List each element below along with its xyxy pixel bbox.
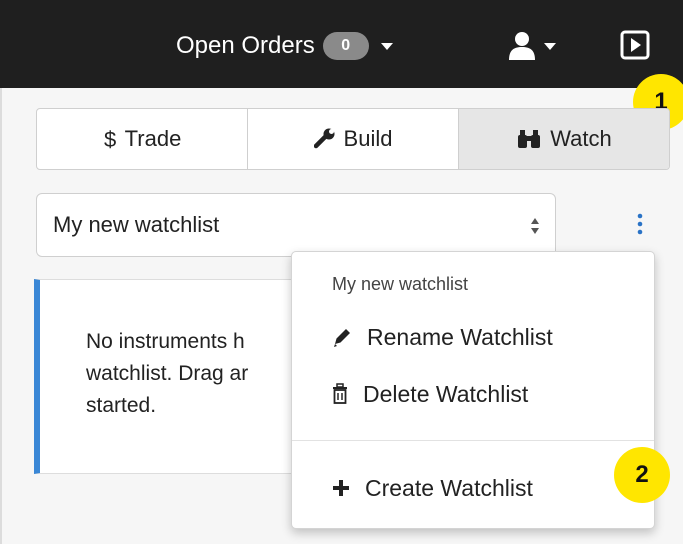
tab-watch-label: Watch: [550, 126, 612, 151]
watchlist-select[interactable]: My new watchlist: [36, 193, 556, 257]
menu-divider: [292, 440, 654, 441]
mode-tabs: $ Trade Build Watch: [36, 108, 670, 170]
menu-item-delete-label: Delete Watchlist: [363, 380, 529, 407]
open-orders-label: Open Orders: [176, 32, 315, 59]
menu-item-create-watchlist[interactable]: Create Watchlist: [331, 468, 533, 508]
empty-watchlist-panel: No instruments h watchlist. Drag ar star…: [34, 279, 334, 474]
open-orders-dropdown[interactable]: Open Orders 0: [176, 26, 393, 66]
user-icon: [509, 32, 535, 60]
menu-item-delete-watchlist[interactable]: Delete Watchlist: [331, 374, 528, 414]
pencil-icon: [334, 329, 350, 347]
callout-marker-2: 2: [614, 447, 670, 503]
tab-build-label: Build: [343, 126, 393, 151]
dollar-icon: $: [104, 127, 116, 151]
select-arrows-icon: [531, 218, 539, 234]
wrench-icon: [313, 128, 335, 149]
chevron-down-icon: [544, 42, 556, 50]
chevron-down-icon: [380, 42, 393, 50]
tab-trade-label: Trade: [124, 126, 182, 151]
open-orders-count-badge: 0: [322, 32, 369, 60]
svg-text:$: $: [104, 127, 116, 151]
menu-item-rename-watchlist[interactable]: Rename Watchlist: [331, 317, 553, 357]
menu-item-rename-label: Rename Watchlist: [367, 323, 553, 350]
kebab-menu-icon[interactable]: [636, 213, 644, 235]
tab-trade[interactable]: $ Trade: [37, 109, 248, 169]
tab-watch[interactable]: Watch: [459, 109, 669, 169]
play-square-icon[interactable]: [620, 30, 650, 60]
tab-build[interactable]: Build: [248, 109, 459, 169]
watchlist-select-value: My new watchlist: [53, 212, 220, 237]
menu-item-create-label: Create Watchlist: [365, 474, 533, 501]
plus-icon: [333, 480, 349, 496]
trash-icon: [333, 383, 347, 404]
menu-header: My new watchlist: [332, 274, 469, 294]
binoculars-icon: [518, 130, 541, 148]
user-menu-button[interactable]: [508, 28, 568, 64]
